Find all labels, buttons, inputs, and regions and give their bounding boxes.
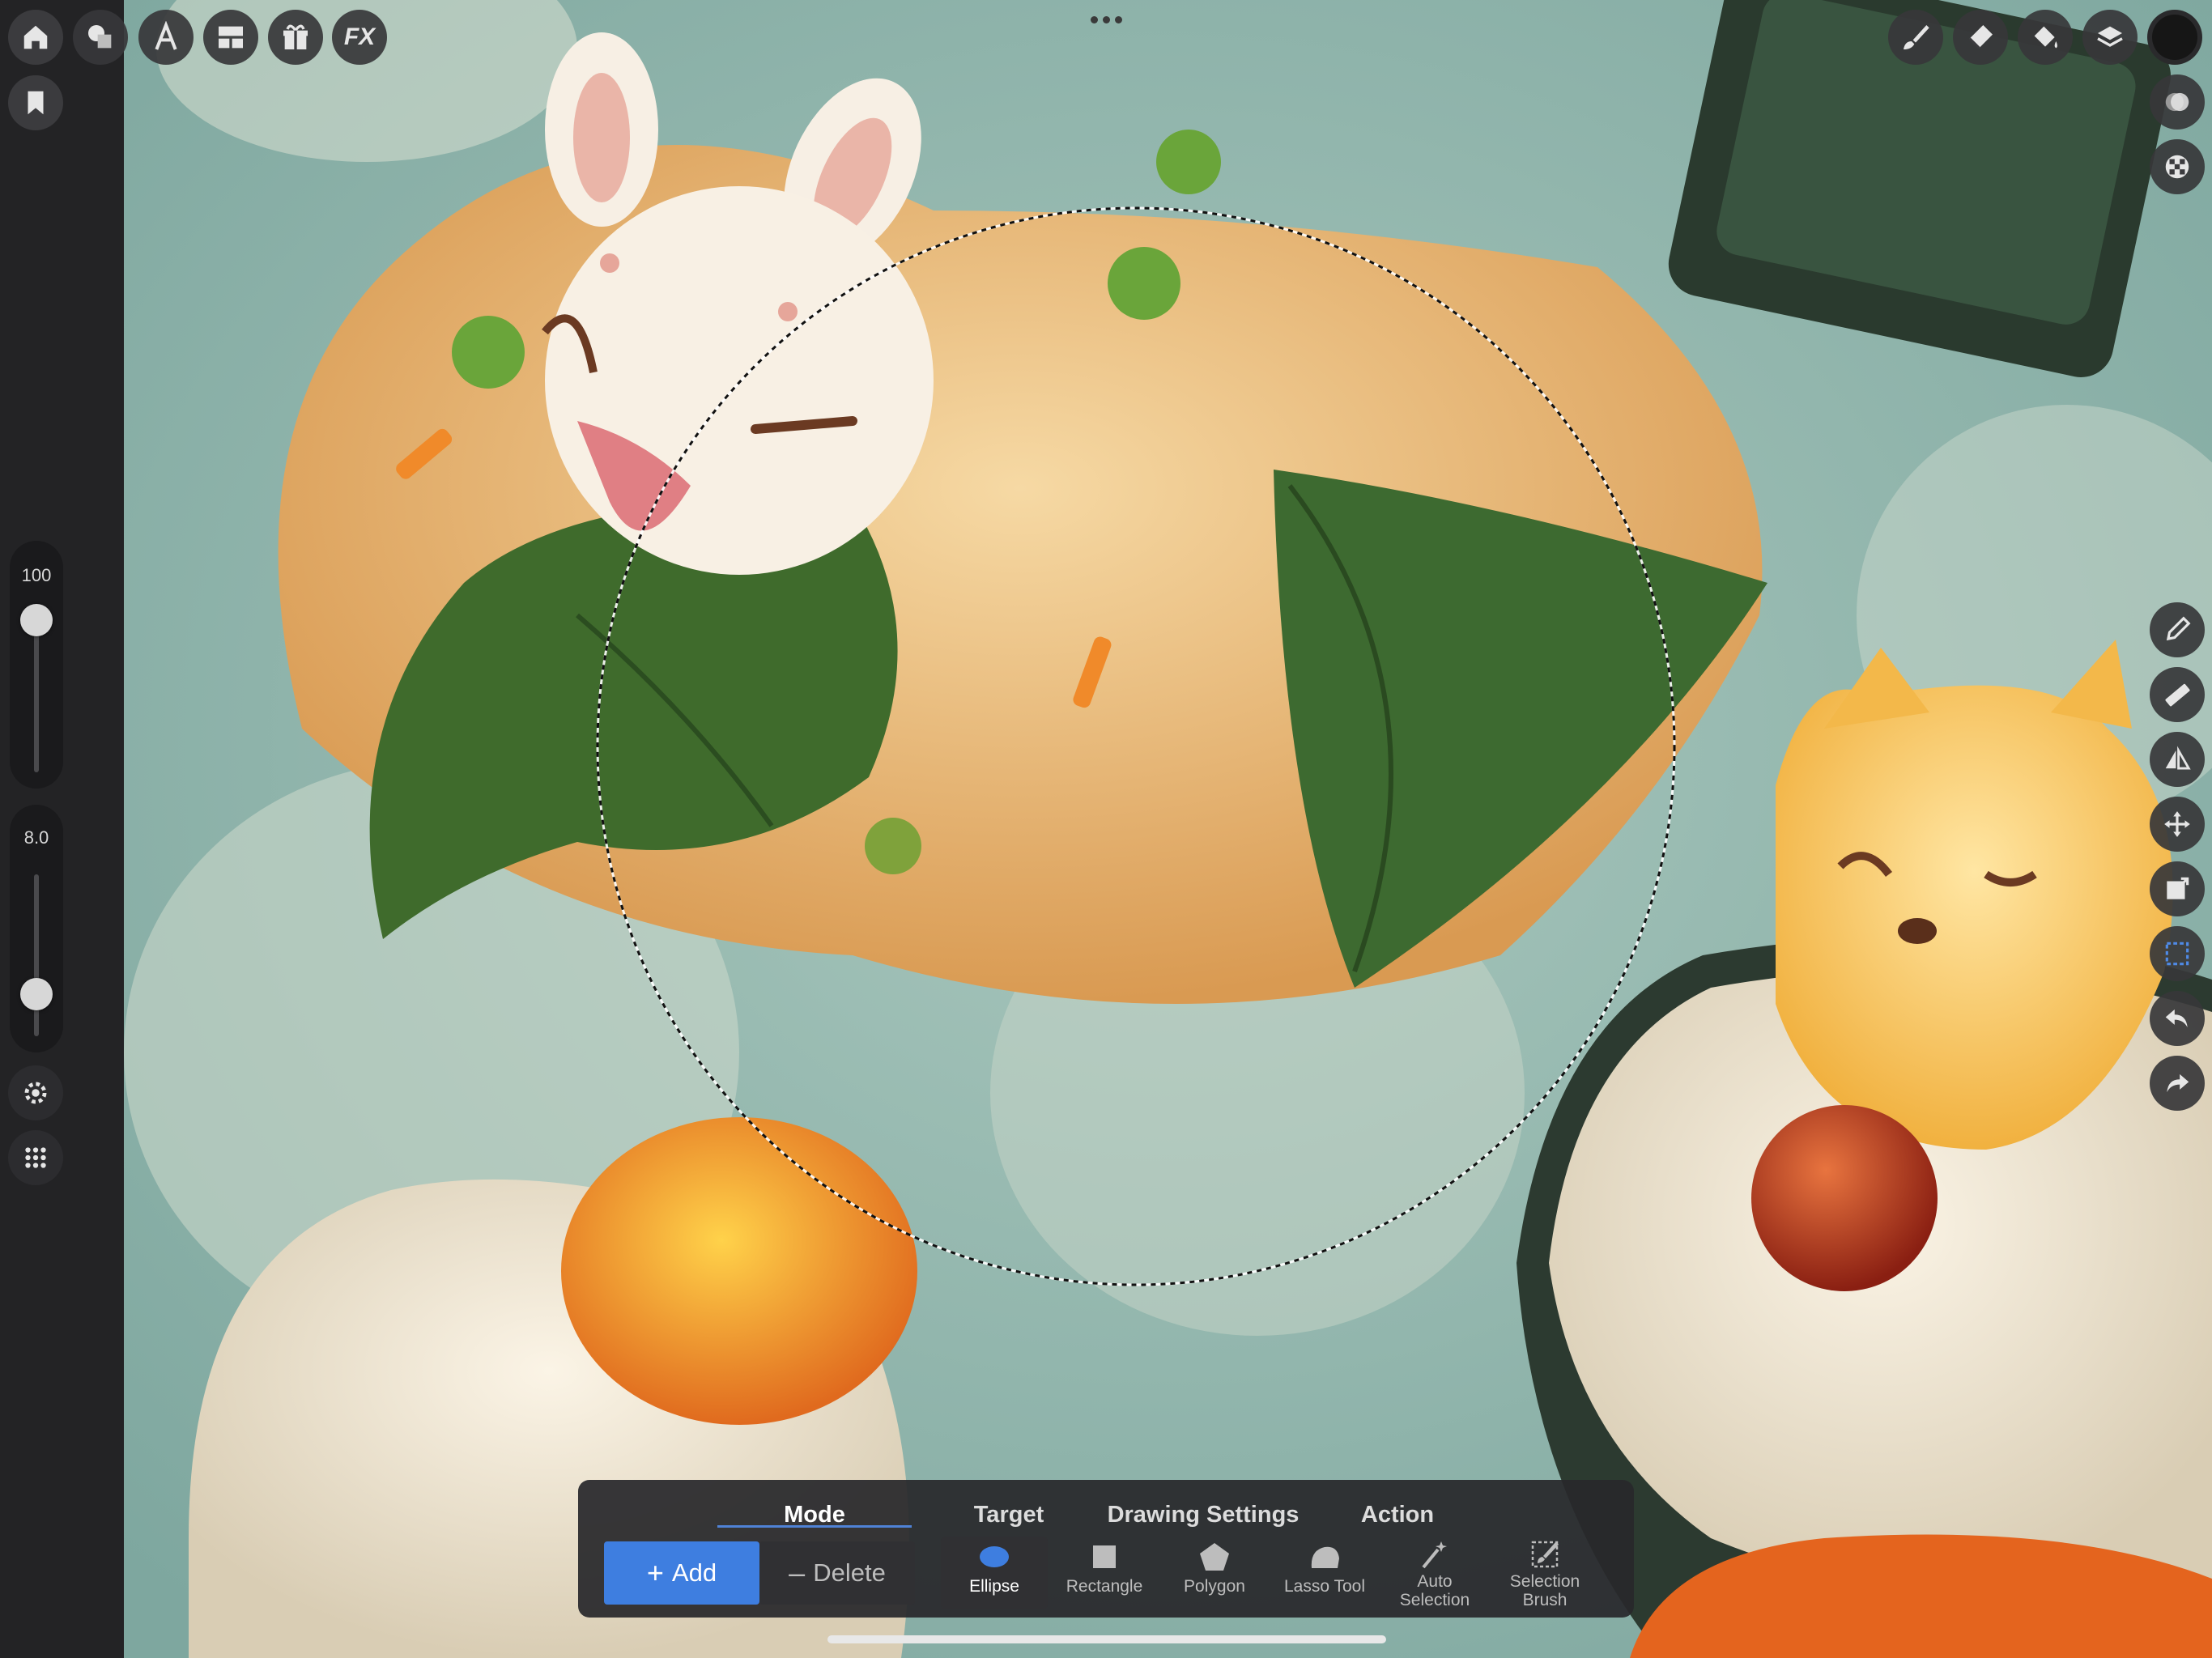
plus-icon: + <box>646 1556 664 1589</box>
symmetry-icon <box>2165 746 2191 770</box>
eraser-icon <box>1968 25 1993 49</box>
rectangle-tool-label: Rectangle <box>1066 1577 1143 1596</box>
brush-button[interactable] <box>1888 10 1943 65</box>
selection-brush-tool[interactable]: Selection Brush <box>1491 1537 1598 1609</box>
brush-size-thumb[interactable] <box>20 604 53 636</box>
more-options-button[interactable] <box>1087 10 1125 29</box>
gift-icon <box>283 24 308 49</box>
ellipse-icon <box>980 1546 1009 1567</box>
tab-mode[interactable]: Mode <box>717 1493 912 1537</box>
add-mode-button[interactable]: + Add <box>604 1541 759 1605</box>
undo-icon <box>2165 1009 2188 1028</box>
brush-size-slider[interactable]: 100 <box>10 541 63 789</box>
eyedropper-button[interactable] <box>2150 602 2205 657</box>
home-button[interactable] <box>8 10 63 65</box>
color-button[interactable] <box>2147 10 2202 65</box>
apps-button[interactable] <box>8 1130 63 1185</box>
gear-icon <box>24 1082 47 1104</box>
left-sidebar: 100 8.0 <box>0 0 124 1658</box>
magic-wand-icon <box>1422 1541 1447 1569</box>
rectangle-tool[interactable]: Rectangle <box>1051 1537 1158 1609</box>
ellipsis-icon <box>1090 15 1122 23</box>
transform-button[interactable] <box>2150 861 2205 916</box>
selection-brush-icon <box>1531 1541 1559 1568</box>
layer-blend-icon <box>2165 92 2189 112</box>
fx-label: FX <box>343 23 376 50</box>
tab-action[interactable]: Action <box>1300 1493 1495 1537</box>
add-mode-label: Add <box>671 1558 717 1587</box>
selection-icon <box>2165 942 2189 966</box>
bookmark-button[interactable] <box>8 75 63 130</box>
auto-selection-label-1: Auto <box>1417 1572 1453 1591</box>
settings-button[interactable] <box>8 1065 63 1120</box>
lasso-tool[interactable]: Lasso Tool <box>1271 1537 1378 1609</box>
gift-button[interactable] <box>268 10 323 65</box>
brush-opacity-slider[interactable]: 8.0 <box>10 805 63 1052</box>
text-button[interactable] <box>138 10 194 65</box>
redo-button[interactable] <box>2150 1056 2205 1111</box>
transform-icon <box>2167 877 2189 899</box>
grid-icon <box>25 1147 46 1168</box>
lasso-icon <box>1311 1546 1339 1568</box>
brush-size-value: 100 <box>21 565 52 585</box>
move-icon <box>2164 811 2190 837</box>
minus-icon: – <box>789 1556 806 1589</box>
bookmark-icon <box>28 91 44 115</box>
eyedropper-icon <box>2166 616 2191 641</box>
layers-icon <box>2097 26 2123 47</box>
selection-panel: Mode Target Drawing Settings Action + Ad… <box>578 1480 1634 1618</box>
ellipse-tool-label: Ellipse <box>969 1577 1019 1596</box>
ellipse-tool[interactable]: Ellipse <box>941 1537 1048 1609</box>
polygon-tool-label: Polygon <box>1184 1577 1245 1596</box>
fx-button[interactable]: FX <box>332 10 387 65</box>
layout-icon <box>219 26 243 49</box>
delete-mode-button[interactable]: – Delete <box>759 1541 915 1605</box>
layer-blend-button[interactable] <box>2150 74 2205 130</box>
layers-button[interactable] <box>2082 10 2138 65</box>
shapes-button[interactable] <box>73 10 128 65</box>
symmetry-button[interactable] <box>2150 732 2205 787</box>
text-icon <box>155 21 177 50</box>
eraser-button[interactable] <box>1953 10 2008 65</box>
shapes-icon <box>88 25 112 49</box>
transparency-button[interactable] <box>2150 139 2205 194</box>
ruler-button[interactable] <box>2150 667 2205 722</box>
delete-mode-label: Delete <box>813 1558 886 1587</box>
active-tab-indicator <box>717 1525 912 1528</box>
drawing-canvas[interactable] <box>124 0 2212 1658</box>
checker-icon <box>2165 155 2189 179</box>
tab-target[interactable]: Target <box>912 1493 1106 1537</box>
undo-button[interactable] <box>2150 991 2205 1046</box>
home-indicator[interactable] <box>827 1635 1386 1643</box>
rectangle-icon <box>1093 1545 1116 1568</box>
brush-opacity-track <box>34 874 39 1036</box>
redo-icon <box>2167 1073 2189 1093</box>
auto-selection-tool[interactable]: Auto Selection <box>1381 1537 1488 1609</box>
brush-opacity-value: 8.0 <box>23 827 49 848</box>
brush-opacity-thumb[interactable] <box>20 978 53 1010</box>
fill-icon <box>2034 26 2057 49</box>
selection-brush-label-2: Brush <box>1522 1591 1568 1609</box>
polygon-tool[interactable]: Polygon <box>1161 1537 1268 1609</box>
move-button[interactable] <box>2150 797 2205 852</box>
polygon-icon <box>1200 1543 1229 1571</box>
home-icon <box>23 25 48 49</box>
fill-button[interactable] <box>2018 10 2073 65</box>
selection-brush-label-1: Selection <box>1509 1572 1580 1591</box>
brush-icon <box>1904 25 1929 49</box>
lasso-tool-label: Lasso Tool <box>1283 1577 1366 1596</box>
layout-button[interactable] <box>203 10 258 65</box>
ruler-icon <box>2165 683 2190 707</box>
selection-button[interactable] <box>2150 926 2205 981</box>
tab-drawing-settings[interactable]: Drawing Settings <box>1106 1493 1300 1537</box>
auto-selection-label-2: Selection <box>1399 1591 1470 1609</box>
color-swatch <box>2152 15 2197 60</box>
